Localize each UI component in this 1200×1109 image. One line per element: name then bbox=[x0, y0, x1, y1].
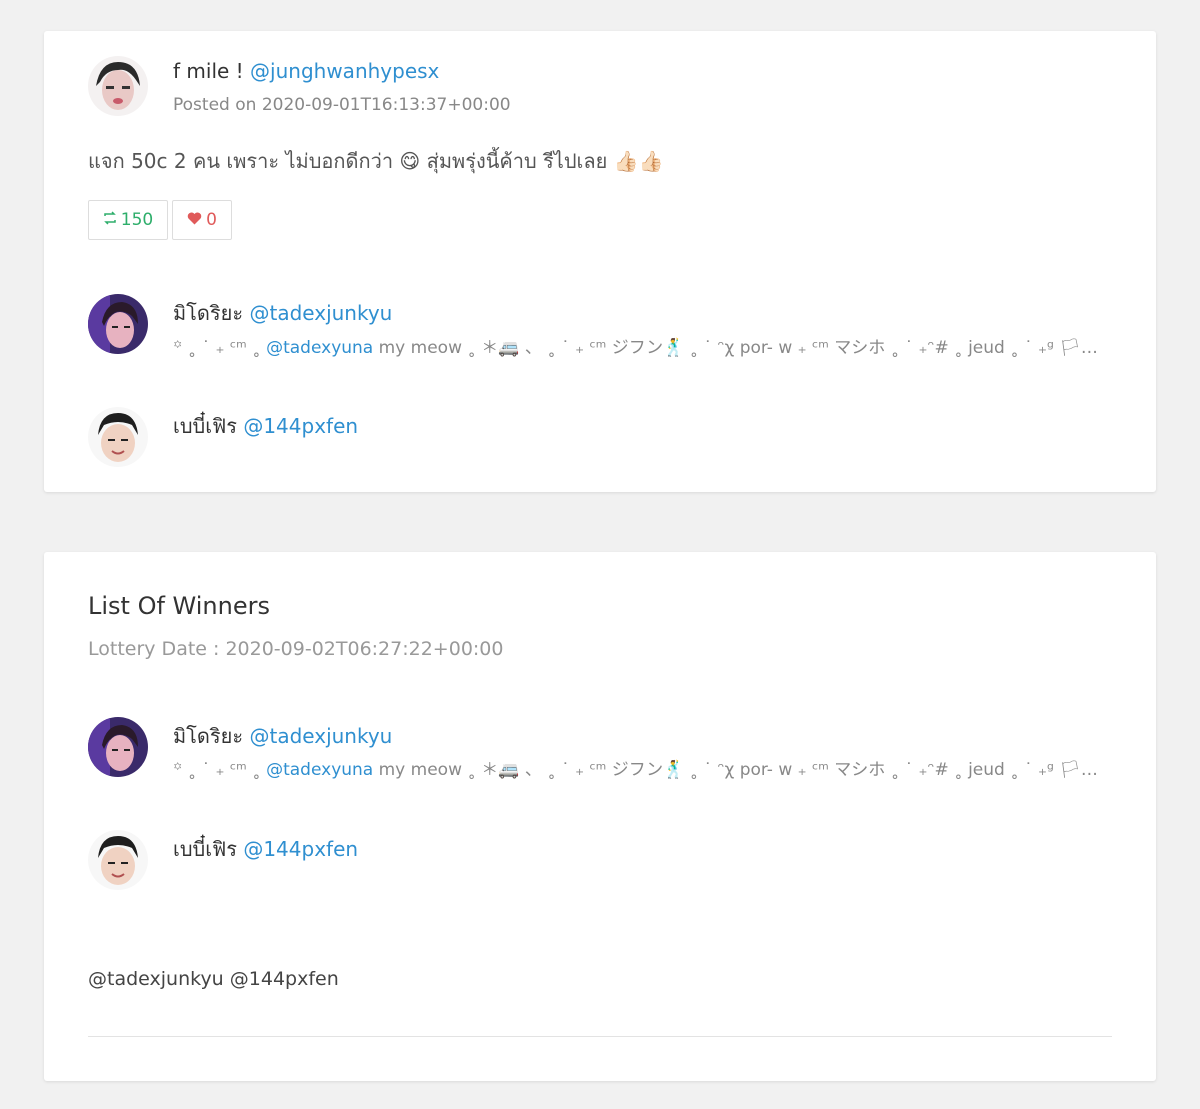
retweet-icon bbox=[103, 210, 117, 230]
lottery-date: Lottery Date : 2020-09-02T06:27:22+00:00 bbox=[88, 638, 504, 660]
winner-avatar[interactable] bbox=[88, 830, 148, 890]
participant-avatar[interactable] bbox=[88, 407, 148, 467]
bio-text: my meow ˳ ＊🚐 、 ˳ ˙ ₊ ᶜᵐ ジフン🕺 ˳ ˙ ᵔχ por-… bbox=[378, 338, 1113, 358]
winner-avatar[interactable] bbox=[88, 717, 148, 777]
bio-text: my meow ˳ ＊🚐 、 ˳ ˙ ₊ ᶜᵐ ジフン🕺 ˳ ˙ ᵔχ por-… bbox=[378, 760, 1113, 780]
bio-prefix: ꙳ ˳ ˙ ₊ ᶜᵐ ˳ bbox=[173, 760, 261, 780]
winner-name-line: เบบี๋เฟิร @144pxfen bbox=[173, 833, 358, 865]
tweet-card: f mile ! @junghwanhypesx Posted on 2020-… bbox=[44, 31, 1156, 492]
participant-handle[interactable]: @tadexjunkyu bbox=[249, 301, 392, 325]
winner-handle[interactable]: @tadexjunkyu bbox=[249, 724, 392, 748]
participant-handle[interactable]: @144pxfen bbox=[243, 414, 358, 438]
participant-name: มิโดริยะ bbox=[173, 301, 244, 325]
heart-icon bbox=[187, 210, 202, 230]
bio-handle-link[interactable]: @tadexyuna bbox=[266, 760, 373, 780]
bio-prefix: ꙳ ˳ ˙ ₊ ᶜᵐ ˳ bbox=[173, 338, 261, 358]
winners-card: List Of Winners Lottery Date : 2020-09-0… bbox=[44, 552, 1156, 1081]
participant-name-line: เบบี๋เฟิร @144pxfen bbox=[173, 410, 358, 442]
participant-name-line: มิโดริยะ @tadexjunkyu bbox=[173, 297, 392, 329]
retweet-button[interactable]: 150 bbox=[88, 200, 168, 240]
author-avatar[interactable] bbox=[88, 56, 148, 116]
winner-name-line: มิโดริยะ @tadexjunkyu bbox=[173, 720, 392, 752]
posted-time: 2020-09-01T16:13:37+00:00 bbox=[261, 95, 511, 115]
posted-info: Posted on 2020-09-01T16:13:37+00:00 bbox=[173, 95, 511, 115]
participant-bio: ꙳ ˳ ˙ ₊ ᶜᵐ ˳ @tadexyuna my meow ˳ ＊🚐 、 ˳… bbox=[173, 333, 1113, 358]
like-count: 0 bbox=[206, 210, 217, 230]
divider bbox=[88, 1036, 1112, 1037]
winner-mentions: @tadexjunkyu @144pxfen bbox=[88, 968, 339, 990]
retweet-count: 150 bbox=[120, 210, 154, 230]
author-name-line: f mile ! @junghwanhypesx bbox=[173, 59, 439, 83]
bio-handle-link[interactable]: @tadexyuna bbox=[266, 338, 373, 358]
participant-name: เบบี๋เฟิร bbox=[173, 414, 237, 438]
winners-title: List Of Winners bbox=[88, 592, 270, 620]
winner-name: เบบี๋เฟิร bbox=[173, 837, 237, 861]
winner-bio: ꙳ ˳ ˙ ₊ ᶜᵐ ˳ @tadexyuna my meow ˳ ＊🚐 、 ˳… bbox=[173, 755, 1113, 780]
tweet-text: แจก 50c 2 คน เพราะ ไม่บอกดีกว่า 😋 สุ่มพร… bbox=[88, 149, 664, 173]
like-button[interactable]: 0 bbox=[172, 200, 232, 240]
author-name: f mile ! bbox=[173, 59, 244, 83]
author-handle[interactable]: @junghwanhypesx bbox=[250, 59, 439, 83]
winner-handle[interactable]: @144pxfen bbox=[243, 837, 358, 861]
participant-avatar[interactable] bbox=[88, 294, 148, 354]
posted-prefix: Posted on bbox=[173, 95, 257, 115]
winner-name: มิโดริยะ bbox=[173, 724, 244, 748]
